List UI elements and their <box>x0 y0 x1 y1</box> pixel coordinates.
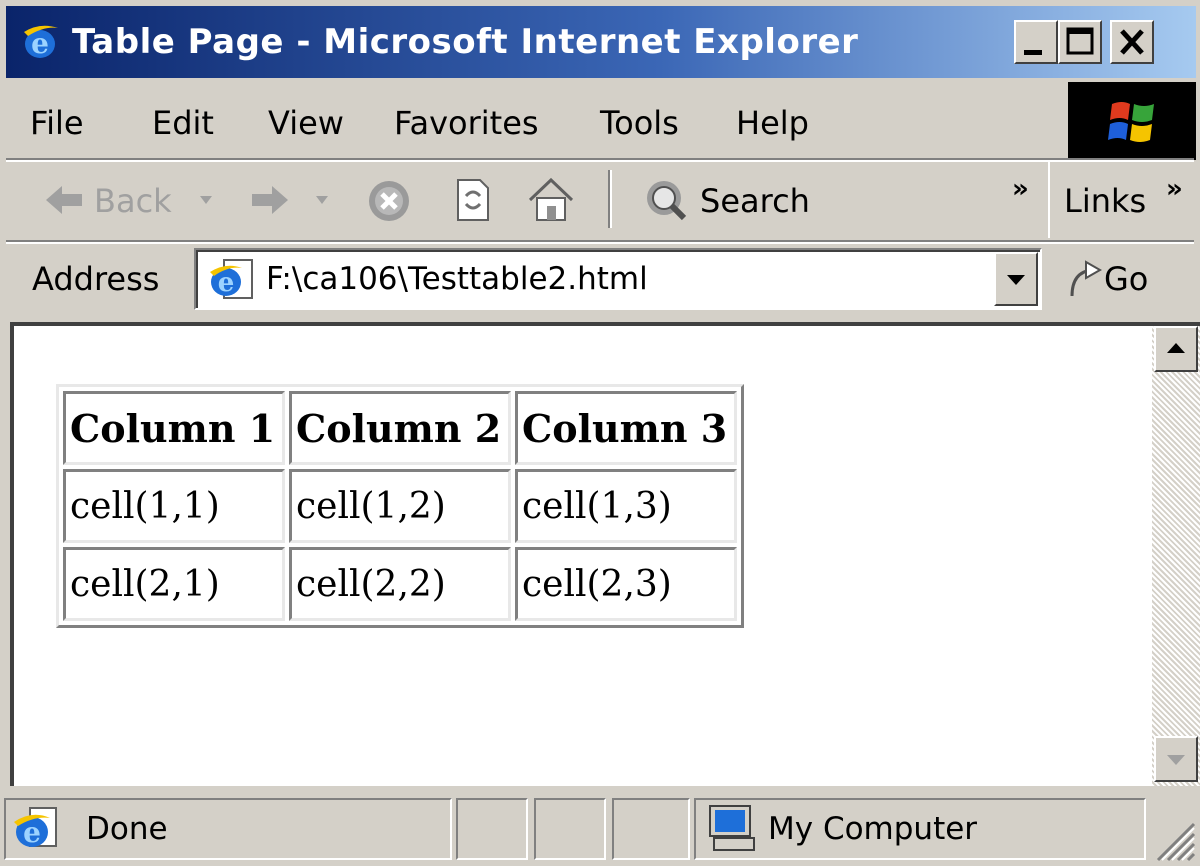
go-button[interactable]: Go <box>1104 256 1148 302</box>
forward-arrow-icon[interactable] <box>250 184 290 216</box>
chevron-down-icon <box>1167 755 1185 765</box>
window-title: Table Page - Microsoft Internet Explorer <box>72 22 859 62</box>
table-cell: cell(2,2) <box>289 547 511 621</box>
search-button[interactable]: Search <box>700 178 810 224</box>
status-pane-main: e Done <box>4 798 452 860</box>
ie-icon: e <box>24 25 58 60</box>
table-cell: cell(1,1) <box>63 469 285 543</box>
status-zone: My Computer <box>768 811 978 847</box>
search-icon[interactable] <box>640 176 694 224</box>
links-bar[interactable]: Links » <box>1048 162 1200 238</box>
table-cell: cell(1,3) <box>515 469 737 543</box>
stop-icon[interactable] <box>366 178 412 224</box>
chevron-down-icon[interactable] <box>196 192 216 208</box>
computer-icon <box>709 805 755 851</box>
go-arrow-icon[interactable] <box>1068 258 1104 300</box>
column-header: Column 3 <box>515 391 737 465</box>
windows-logo-icon <box>1108 102 1154 142</box>
table-header-row: Column 1 Column 2 Column 3 <box>63 391 737 465</box>
menu-file[interactable]: File <box>30 100 84 146</box>
links-label[interactable]: Links <box>1064 178 1146 224</box>
refresh-icon[interactable] <box>452 176 492 224</box>
menu-tools[interactable]: Tools <box>600 100 679 146</box>
address-label: Address <box>32 260 160 298</box>
address-input[interactable]: F:\ca106\Testtable2.html <box>266 256 648 302</box>
vertical-scrollbar[interactable] <box>1152 326 1200 786</box>
scroll-up-button[interactable] <box>1154 326 1198 372</box>
data-table: Column 1 Column 2 Column 3 cell(1,1) cel… <box>56 384 744 628</box>
status-pane-zone: My Computer <box>694 798 1146 860</box>
table-cell: cell(2,3) <box>515 547 737 621</box>
status-pane <box>456 798 528 860</box>
browser-window: e Table Page - Microsoft Internet Explor… <box>0 0 1200 866</box>
back-arrow-icon[interactable] <box>44 184 84 216</box>
maximize-icon <box>1066 27 1094 55</box>
column-header: Column 1 <box>63 391 285 465</box>
menu-bar: File Edit View Favorites Tools Help <box>16 90 1062 156</box>
status-pane <box>612 798 690 860</box>
links-chevron[interactable]: » <box>1166 166 1183 212</box>
toolbar-separator <box>608 170 612 228</box>
chevron-down-icon[interactable] <box>312 192 332 208</box>
windows-logo <box>1068 82 1196 160</box>
menu-favorites[interactable]: Favorites <box>394 100 539 146</box>
close-button[interactable] <box>1110 20 1154 64</box>
close-icon <box>1120 29 1144 55</box>
menu-edit[interactable]: Edit <box>152 100 214 146</box>
back-button[interactable]: Back <box>94 178 172 224</box>
chevron-up-icon <box>1167 343 1185 353</box>
address-bar: Address e F:\ca106\Testtable2.html Go <box>16 244 1200 316</box>
svg-text:e: e <box>218 268 235 298</box>
title-bar[interactable]: e Table Page - Microsoft Internet Explor… <box>6 6 1196 78</box>
table-row: cell(1,1) cell(1,2) cell(1,3) <box>63 469 737 543</box>
standard-toolbar: Back Search » <box>16 162 1046 238</box>
address-dropdown-button[interactable] <box>994 252 1038 306</box>
column-header: Column 2 <box>289 391 511 465</box>
resize-grip-icon[interactable] <box>1150 816 1196 862</box>
table-row: cell(2,1) cell(2,2) cell(2,3) <box>63 547 737 621</box>
page-icon: e <box>210 259 253 299</box>
maximize-button[interactable] <box>1058 20 1102 64</box>
scroll-down-button[interactable] <box>1154 736 1198 782</box>
home-icon[interactable] <box>526 176 576 224</box>
status-pane <box>534 798 606 860</box>
table-cell: cell(1,2) <box>289 469 511 543</box>
minimize-icon <box>1024 50 1042 55</box>
toolbar-chevron[interactable]: » <box>1012 166 1029 212</box>
status-text: Done <box>86 811 168 847</box>
menu-view[interactable]: View <box>268 100 344 146</box>
address-field[interactable]: e F:\ca106\Testtable2.html <box>194 248 1042 310</box>
status-bar: e Done My Computer <box>0 794 1200 866</box>
chevron-down-icon <box>1007 275 1025 285</box>
ie-icon: e <box>14 807 57 849</box>
minimize-button[interactable] <box>1014 20 1058 64</box>
page-content: Column 1 Column 2 Column 3 cell(1,1) cel… <box>10 322 1200 786</box>
table-cell: cell(2,1) <box>63 547 285 621</box>
menu-help[interactable]: Help <box>736 100 809 146</box>
